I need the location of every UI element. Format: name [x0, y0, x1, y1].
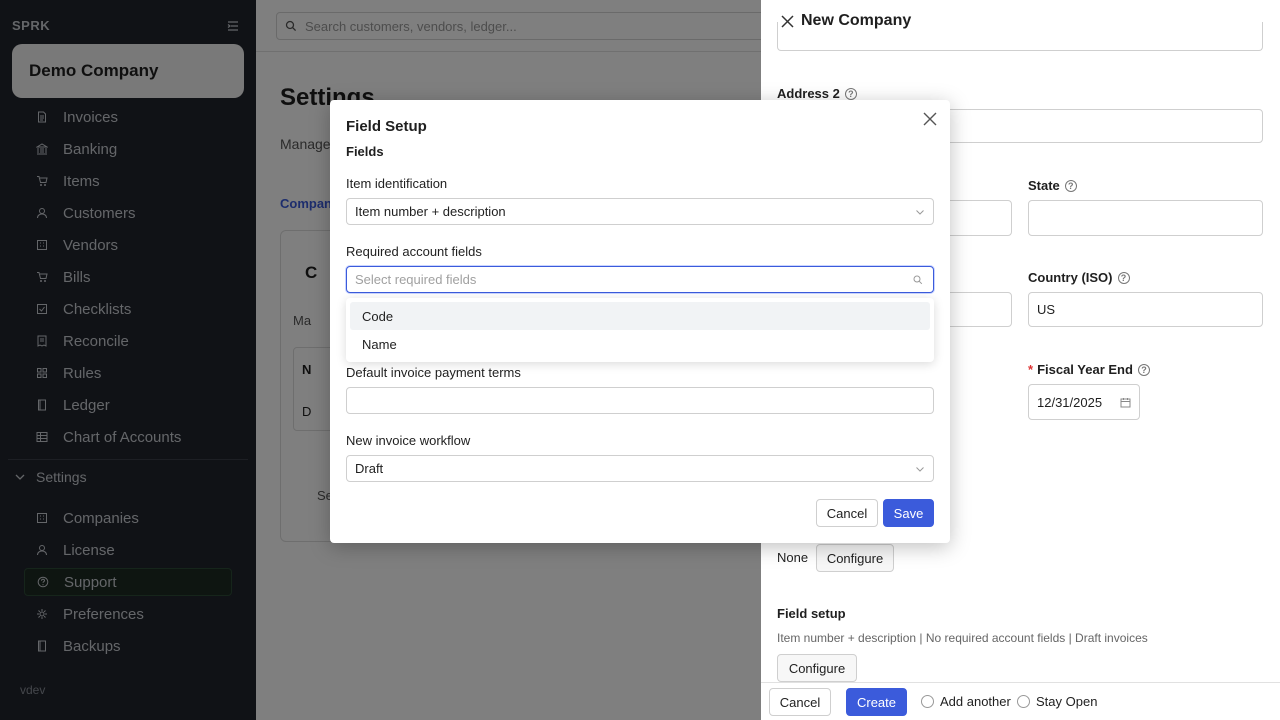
chevron-down-icon	[916, 210, 924, 215]
state-label: State?	[1028, 178, 1077, 193]
modal-section-title: Fields	[346, 144, 384, 159]
create-button[interactable]: Create	[846, 688, 907, 716]
field-setup-summary: Item number + description | No required …	[777, 631, 1148, 645]
required-fields-input[interactable]	[355, 272, 895, 287]
fiscal-year-end-field[interactable]: 12/31/2025	[1028, 384, 1140, 420]
fiscal-year-end-label: * Fiscal Year End?	[1028, 362, 1150, 377]
add-another-toggle[interactable]: Add another	[921, 694, 1011, 709]
search-icon	[913, 275, 923, 285]
item-identification-label: Item identification	[346, 176, 448, 191]
field-setup-label: Field setup	[777, 606, 846, 621]
cancel-button[interactable]: Cancel	[769, 688, 831, 716]
fiscal-year-end-value: 12/31/2025	[1037, 394, 1103, 410]
calendar-icon	[1120, 398, 1131, 408]
stay-open-toggle[interactable]: Stay Open	[1017, 694, 1097, 709]
payment-terms-label: Default invoice payment terms	[346, 365, 521, 380]
item-identification-value: Item number + description	[355, 204, 506, 219]
item-identification-select[interactable]: Item number + description	[346, 198, 934, 225]
address1-field[interactable]	[777, 22, 1263, 51]
country-field[interactable]: US	[1028, 292, 1263, 327]
address2-label: Address 2?	[777, 86, 857, 101]
configure-button[interactable]: Configure	[816, 544, 894, 572]
state-field[interactable]	[1028, 200, 1263, 236]
close-icon[interactable]	[923, 112, 937, 126]
none-label: None	[777, 550, 809, 565]
help-icon[interactable]: ?	[1117, 271, 1130, 284]
required-fields-multiselect[interactable]	[346, 266, 934, 293]
dropdown-option-code[interactable]: Code	[350, 302, 930, 330]
workflow-value: Draft	[355, 461, 384, 476]
country-label: Country (ISO)?	[1028, 270, 1130, 285]
workflow-select[interactable]: Draft	[346, 455, 934, 482]
help-icon[interactable]: ?	[844, 87, 857, 100]
help-icon[interactable]: ?	[1064, 179, 1077, 192]
radio-circle	[921, 695, 934, 708]
dropdown-option-name[interactable]: Name	[350, 330, 930, 358]
modal-save-button[interactable]: Save	[883, 499, 934, 527]
modal-cancel-button[interactable]: Cancel	[816, 499, 878, 527]
required-fields-dropdown: Code Name	[346, 298, 934, 362]
field-setup-configure-button[interactable]: Configure	[777, 654, 857, 682]
radio-circle	[1017, 695, 1030, 708]
payment-terms-input[interactable]	[346, 387, 934, 414]
modal-title: Field Setup	[346, 118, 427, 135]
workflow-label: New invoice workflow	[346, 433, 471, 448]
drawer-footer: Cancel Create Add another Stay Open	[761, 682, 1280, 720]
chevron-down-icon	[916, 467, 924, 472]
field-setup-modal: Field Setup Fields Item identification I…	[330, 100, 950, 543]
help-icon[interactable]: ?	[1137, 363, 1150, 376]
required-fields-label: Required account fields	[346, 244, 482, 259]
